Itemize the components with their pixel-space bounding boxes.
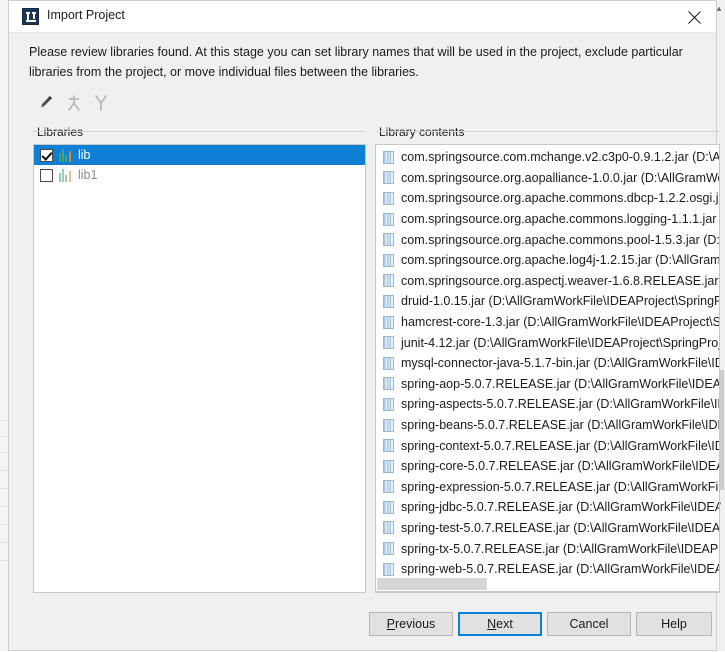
jar-file-icon — [383, 212, 394, 226]
dialog-title: Import Project — [47, 8, 125, 22]
library-list-item[interactable]: lib — [34, 145, 365, 165]
library-content-item[interactable]: com.springsource.org.aopalliance-1.0.0.j… — [376, 168, 719, 189]
jar-file-icon — [383, 356, 394, 370]
dialog-button-bar: Previous Next Cancel Help — [9, 607, 718, 652]
jar-file-icon — [383, 500, 394, 514]
library-content-label: spring-aop-5.0.7.RELEASE.jar (D:\AllGram… — [401, 376, 720, 391]
jar-file-icon — [383, 191, 394, 205]
library-content-item[interactable]: com.springsource.org.apache.commons.pool… — [376, 229, 720, 250]
library-content-label: com.springsource.org.apache.log4j-1.2.15… — [401, 253, 720, 268]
library-content-item[interactable]: spring-jdbc-5.0.7.RELEASE.jar (D:\AllGra… — [376, 497, 719, 518]
library-content-label: spring-aspects-5.0.7.RELEASE.jar (D:\All… — [401, 397, 719, 412]
next-button[interactable]: Next — [458, 612, 542, 636]
library-contents-horizontal-scrollbar[interactable] — [375, 576, 720, 592]
jar-file-icon — [383, 439, 394, 453]
dialog-description: Please review libraries found. At this s… — [29, 45, 683, 79]
help-button[interactable]: Help — [636, 612, 712, 636]
libraries-list[interactable]: lib lib1 — [33, 144, 366, 593]
jar-file-icon — [383, 521, 394, 535]
jar-file-icon — [383, 377, 394, 391]
import-project-dialog: Import Project Please review libraries f… — [8, 0, 720, 652]
library-content-label: com.springsource.org.aopalliance-1.0.0.j… — [401, 170, 719, 185]
library-content-label: spring-beans-5.0.7.RELEASE.jar (D:\AllGr… — [401, 418, 719, 433]
intellij-idea-icon — [22, 8, 39, 25]
library-content-item[interactable]: spring-beans-5.0.7.RELEASE.jar (D:\AllGr… — [376, 415, 719, 436]
library-icon — [59, 168, 73, 182]
library-contents-group-label: Library contents — [375, 125, 469, 139]
jar-file-icon — [383, 233, 394, 247]
library-content-item[interactable]: junit-4.12.jar (D:\AllGramWorkFile\IDEAP… — [376, 332, 719, 353]
library-contents-list[interactable]: com.springsource.com.mchange.v2.c3p0-0.9… — [375, 144, 720, 593]
library-content-label: mysql-connector-java-5.1.7-bin.jar (D:\A… — [401, 356, 719, 371]
library-content-item[interactable]: com.springsource.com.mchange.v2.c3p0-0.9… — [376, 147, 720, 168]
libraries-group-divider — [33, 131, 365, 132]
library-content-label: druid-1.0.15.jar (D:\AllGramWorkFile\IDE… — [401, 294, 719, 309]
library-content-item[interactable]: spring-core-5.0.7.RELEASE.jar (D:\AllGra… — [376, 456, 719, 477]
library-content-label: spring-core-5.0.7.RELEASE.jar (D:\AllGra… — [401, 459, 719, 474]
library-content-label: junit-4.12.jar (D:\AllGramWorkFile\IDEAP… — [401, 335, 719, 350]
library-content-label: com.springsource.com.mchange.v2.c3p0-0.9… — [401, 150, 720, 165]
library-content-label: com.springsource.org.aspectj.weaver-1.6.… — [401, 273, 719, 288]
jar-file-icon — [383, 480, 394, 494]
library-content-label: com.springsource.org.apache.commons.pool… — [401, 232, 720, 247]
library-name: lib1 — [78, 168, 98, 182]
cancel-button[interactable]: Cancel — [547, 612, 631, 636]
jar-file-icon — [383, 315, 394, 329]
library-name: lib — [78, 148, 91, 162]
library-contents-group-divider — [375, 131, 720, 132]
dialog-title-bar: Import Project — [9, 1, 716, 33]
library-content-item[interactable]: com.springsource.org.apache.commons.logg… — [376, 209, 719, 230]
jar-file-icon — [383, 150, 394, 164]
library-content-item[interactable]: com.springsource.org.apache.commons.dbcp… — [376, 188, 720, 209]
close-icon[interactable] — [672, 1, 716, 32]
library-list-item[interactable]: lib1 — [34, 165, 365, 185]
library-content-label: spring-jdbc-5.0.7.RELEASE.jar (D:\AllGra… — [401, 500, 719, 515]
jar-file-icon — [383, 294, 394, 308]
jar-file-icon — [383, 336, 394, 350]
previous-button[interactable]: Previous — [369, 612, 453, 636]
next-button-label: ext — [496, 617, 513, 631]
jar-file-icon — [383, 562, 394, 576]
previous-button-label: revious — [395, 617, 436, 631]
library-toolbar — [34, 90, 334, 116]
library-checkbox[interactable] — [40, 168, 53, 182]
jar-file-icon — [383, 253, 394, 267]
library-content-label: com.springsource.org.apache.commons.dbcp… — [401, 191, 720, 206]
jar-file-icon — [383, 274, 394, 288]
library-content-item[interactable]: spring-aspects-5.0.7.RELEASE.jar (D:\All… — [376, 394, 719, 415]
library-icon — [59, 148, 73, 162]
jar-file-icon — [383, 542, 394, 556]
library-content-item[interactable]: druid-1.0.15.jar (D:\AllGramWorkFile\IDE… — [376, 291, 719, 312]
pencil-icon[interactable] — [34, 90, 60, 116]
library-content-label: spring-context-5.0.7.RELEASE.jar (D:\All… — [401, 438, 719, 453]
jar-file-icon — [383, 418, 394, 432]
library-content-label: com.springsource.org.apache.commons.logg… — [401, 212, 719, 227]
library-content-label: spring-expression-5.0.7.RELEASE.jar (D:\… — [401, 479, 720, 494]
jar-file-icon — [383, 171, 394, 185]
merge-icon — [61, 90, 87, 116]
next-button-mnemonic: N — [487, 617, 497, 631]
library-content-label: spring-tx-5.0.7.RELEASE.jar (D:\AllGramW… — [401, 541, 719, 556]
libraries-group-label: Libraries — [33, 125, 88, 139]
jar-file-icon — [383, 459, 394, 473]
split-icon — [88, 90, 114, 116]
library-content-item[interactable]: mysql-connector-java-5.1.7-bin.jar (D:\A… — [376, 353, 719, 374]
library-content-item[interactable]: spring-context-5.0.7.RELEASE.jar (D:\All… — [376, 435, 719, 456]
library-content-item[interactable]: spring-aop-5.0.7.RELEASE.jar (D:\AllGram… — [376, 374, 720, 395]
library-content-item[interactable]: spring-tx-5.0.7.RELEASE.jar (D:\AllGramW… — [376, 538, 719, 559]
library-checkbox[interactable] — [40, 148, 53, 162]
library-content-item[interactable]: spring-test-5.0.7.RELEASE.jar (D:\AllGra… — [376, 518, 720, 539]
library-content-item[interactable]: hamcrest-core-1.3.jar (D:\AllGramWorkFil… — [376, 312, 719, 333]
library-content-label: spring-test-5.0.7.RELEASE.jar (D:\AllGra… — [401, 520, 720, 535]
library-content-label: spring-web-5.0.7.RELEASE.jar (D:\AllGram… — [401, 562, 719, 577]
jar-file-icon — [383, 397, 394, 411]
library-content-item[interactable]: com.springsource.org.aspectj.weaver-1.6.… — [376, 271, 719, 292]
library-content-item[interactable]: spring-expression-5.0.7.RELEASE.jar (D:\… — [376, 477, 720, 498]
library-content-label: hamcrest-core-1.3.jar (D:\AllGramWorkFil… — [401, 315, 719, 330]
previous-button-mnemonic: P — [386, 617, 396, 631]
scrollbar-thumb[interactable] — [377, 578, 487, 590]
library-content-item[interactable]: com.springsource.org.apache.log4j-1.2.15… — [376, 250, 720, 271]
